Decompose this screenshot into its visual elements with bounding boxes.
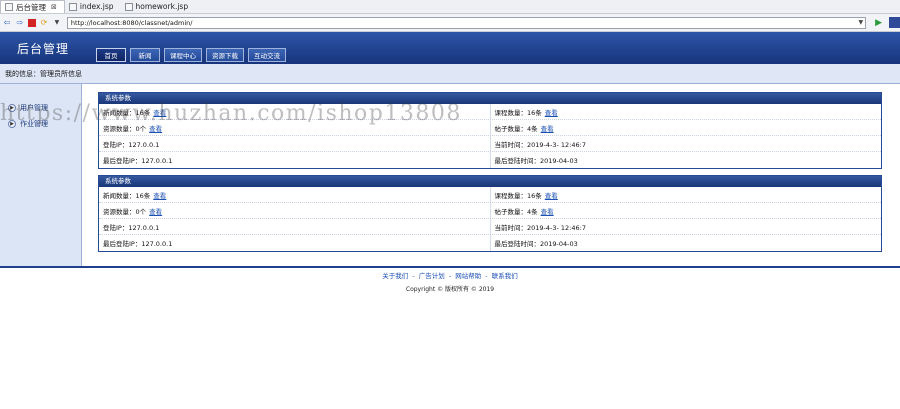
footer-separator: - <box>446 272 454 280</box>
view-link[interactable]: 查看 <box>153 190 166 200</box>
table-row: 登陆IP：127.0.0.1 当前时间：2019-4-3- 12:46:7 <box>99 136 881 152</box>
last-login-ip-cell: 最后登陆IP：127.0.0.1 <box>103 157 173 165</box>
refresh-icon[interactable]: ⟳ <box>39 18 49 28</box>
browser-toolbar: ⇦ ⇨ ⟳ ▼ http://localhost:8080/classnet/a… <box>0 14 900 32</box>
url-text: http://localhost:8080/classnet/admin/ <box>70 18 193 27</box>
last-login-time-cell: 最后登陆时间：2019-04-03 <box>489 152 882 168</box>
news-count: 新闻数量：16条 <box>103 191 151 200</box>
view-link[interactable]: 查看 <box>149 206 162 216</box>
nav-home[interactable]: 首页 <box>96 48 126 62</box>
system-params-panel: 系统参数 新闻数量：16条 查看 课程数量：16条 查看 资源数量：0个 查看 … <box>98 175 882 252</box>
footer-link-contact[interactable]: 联系我们 <box>492 272 518 280</box>
watermark-text: https://www.huzhan.com/ishop13808 <box>0 101 462 125</box>
footer-separator: - <box>483 272 490 280</box>
post-count-cell: 帖子数量：4条 查看 <box>489 203 882 218</box>
panel-title: 系统参数 <box>99 176 881 187</box>
table-row: 新闻数量：16条 查看 课程数量：16条 查看 <box>99 187 881 203</box>
table-row: 资源数量：0个 查看 帖子数量：4条 查看 <box>99 203 881 219</box>
tab-index-jsp[interactable]: index.jsp <box>65 0 121 13</box>
browser-page-icon <box>5 3 13 11</box>
footer-separator: - <box>410 272 417 280</box>
footer-link-about[interactable]: 关于我们 <box>382 272 408 280</box>
last-login-time-cell: 最后登陆时间：2019-04-03 <box>489 235 882 251</box>
last-login-ip-cell: 最后登陆IP：127.0.0.1 <box>103 240 173 248</box>
table-row: 最后登陆IP：127.0.0.1 最后登陆时间：2019-04-03 <box>99 235 881 251</box>
tab-label: index.jsp <box>79 2 114 11</box>
footer-divider <box>0 266 900 268</box>
login-ip-cell: 登陆IP：127.0.0.1 <box>103 140 160 149</box>
stop-icon[interactable] <box>27 18 36 27</box>
current-time-cell: 当前时间：2019-4-3- 12:46:7 <box>489 136 882 151</box>
site-title: 后台管理 <box>17 42 70 56</box>
resource-count: 资源数量：0个 <box>103 207 147 216</box>
admin-header: 后台管理 首页 新闻 课程中心 资源下载 互动交流 <box>0 32 900 64</box>
user-info-bar: 我的信息：管理员所信息 <box>0 64 900 84</box>
chevron-down-icon[interactable]: ▼ <box>858 19 863 26</box>
view-link[interactable]: 查看 <box>545 190 558 200</box>
extension-icon[interactable] <box>889 17 900 28</box>
table-row: 登陆IP：127.0.0.1 当前时间：2019-4-3- 12:46:7 <box>99 219 881 235</box>
login-ip-cell: 登陆IP：127.0.0.1 <box>103 223 160 232</box>
footer-link-help[interactable]: 网站帮助 <box>455 272 481 280</box>
current-time-cell: 当前时间：2019-4-3- 12:46:7 <box>489 219 882 234</box>
file-icon <box>124 2 133 11</box>
post-count: 帖子数量：4条 <box>494 207 538 216</box>
nav-interaction[interactable]: 互动交流 <box>248 48 286 62</box>
news-count-cell: 新闻数量：16条 查看 <box>99 187 490 202</box>
table-row: 最后登陆IP：127.0.0.1 最后登陆时间：2019-04-03 <box>99 152 881 168</box>
file-icon <box>68 2 77 11</box>
nav-courses[interactable]: 课程中心 <box>164 48 202 62</box>
address-bar[interactable]: http://localhost:8080/classnet/admin/ ▼ <box>66 16 867 29</box>
forward-arrow-icon[interactable]: ⇨ <box>15 18 25 28</box>
tab-admin[interactable]: 后台管理 ⊠ <box>0 0 65 13</box>
tab-label: homework.jsp <box>135 2 189 11</box>
nav-downloads[interactable]: 资源下载 <box>206 48 244 62</box>
back-arrow-icon[interactable]: ⇦ <box>2 18 12 28</box>
tab-homework-jsp[interactable]: homework.jsp <box>121 0 196 13</box>
course-count-cell: 课程数量：16条 查看 <box>489 187 882 202</box>
nav-news[interactable]: 新闻 <box>130 48 160 62</box>
editor-tabbar: 后台管理 ⊠ index.jsp homework.jsp <box>0 0 900 14</box>
footer: 关于我们 - 广告计划 - 网站帮助 - 联系我们 Copyright © 版权… <box>0 270 900 293</box>
close-icon[interactable]: ⊠ <box>51 3 57 11</box>
view-link[interactable]: 查看 <box>541 206 554 216</box>
footer-links: 关于我们 - 广告计划 - 网站帮助 - 联系我们 <box>0 270 900 280</box>
tab-label: 后台管理 <box>16 2 46 12</box>
resource-count-cell: 资源数量：0个 查看 <box>99 203 490 218</box>
main-nav: 首页 新闻 课程中心 资源下载 互动交流 <box>96 48 286 62</box>
course-count: 课程数量：16条 <box>494 191 542 200</box>
chevron-down-icon[interactable]: ▼ <box>52 18 62 28</box>
footer-link-ads[interactable]: 广告计划 <box>419 272 445 280</box>
go-icon[interactable]: ▶ <box>875 18 882 28</box>
copyright-text: Copyright © 版权所有 © 2019 <box>405 286 495 293</box>
